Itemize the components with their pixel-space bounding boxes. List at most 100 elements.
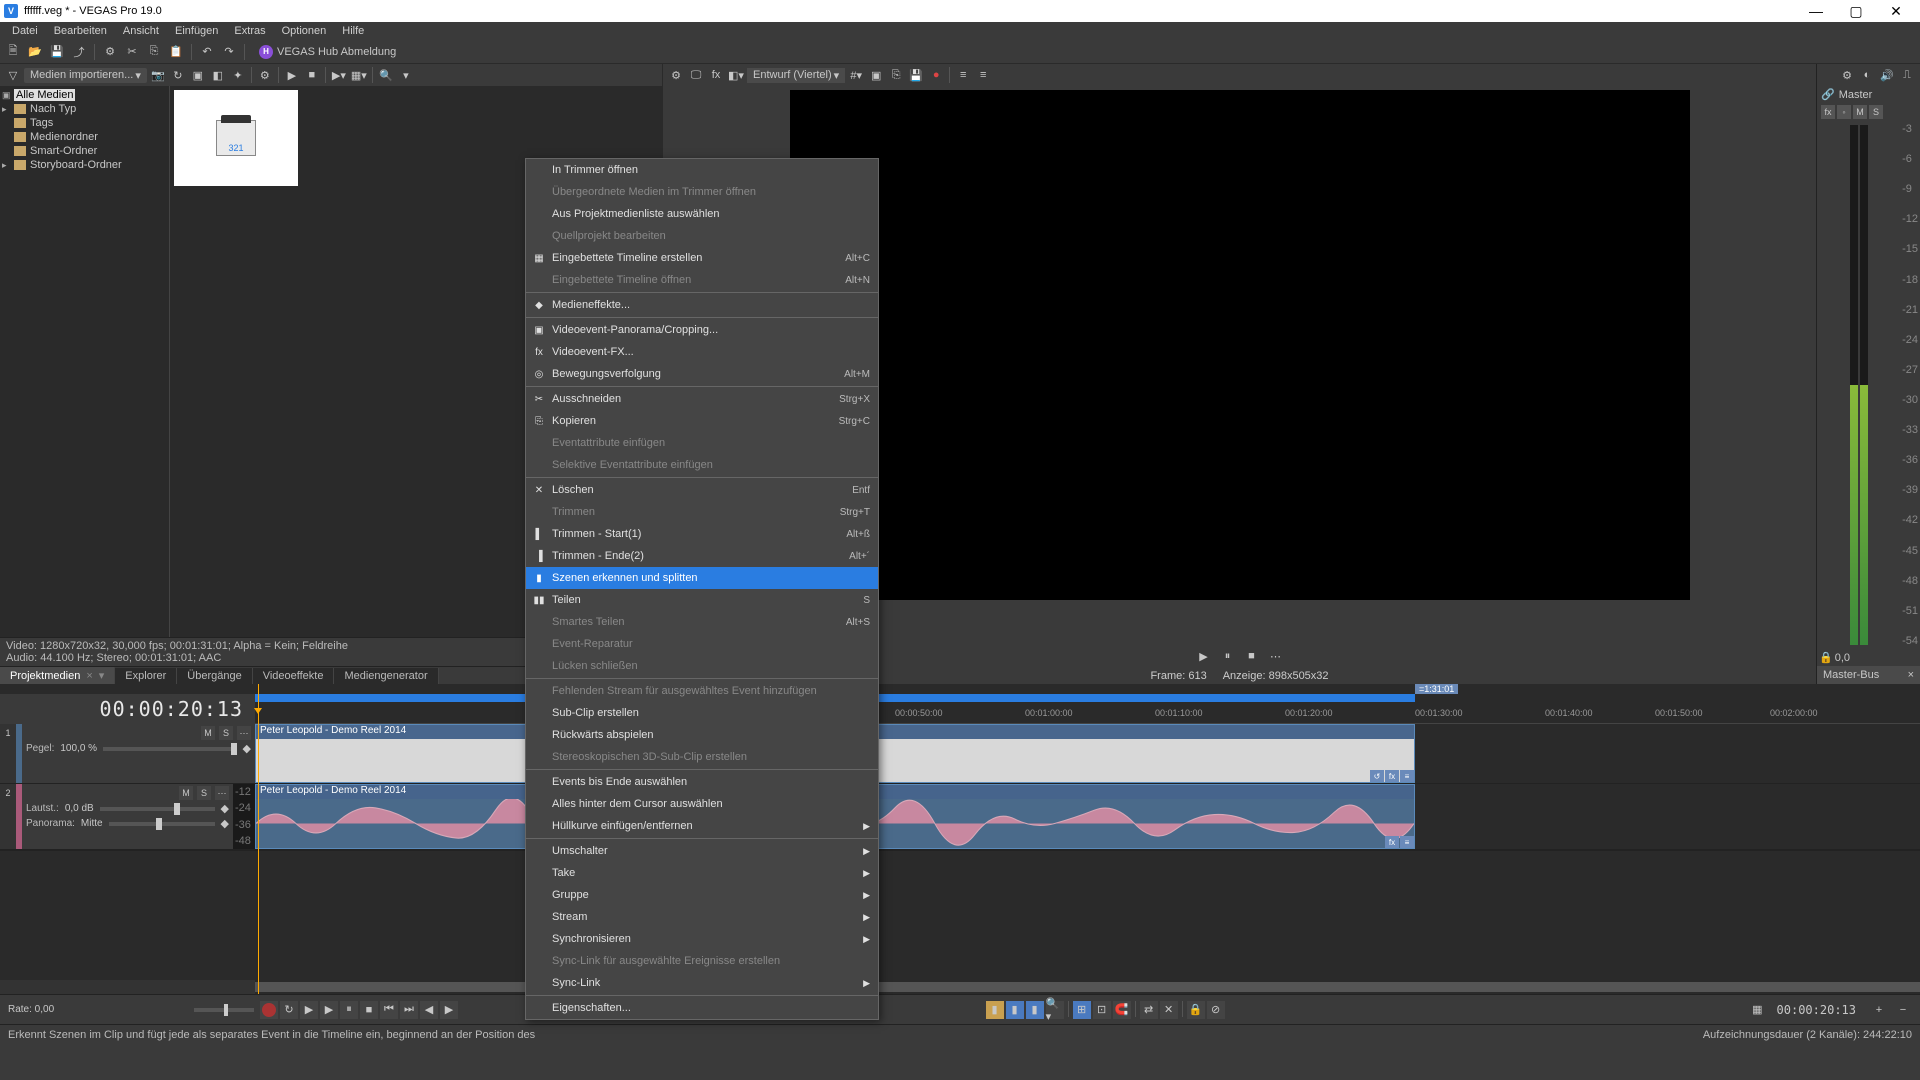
- autopreview-icon[interactable]: ▶▾: [330, 66, 348, 84]
- menu-hilfe[interactable]: Hilfe: [334, 23, 372, 39]
- tab-transitions[interactable]: Übergänge: [177, 668, 252, 684]
- ctx-item[interactable]: ▮▮TeilenS: [526, 589, 878, 611]
- event-menu-icon[interactable]: ≡: [1400, 836, 1414, 848]
- timeline-ruler[interactable]: 00:00:30:00 00:00:50:00 00:01:00:00 00:0…: [255, 694, 1920, 724]
- ctx-item[interactable]: Events bis Ende auswählen: [526, 771, 878, 793]
- stop-button[interactable]: ■: [360, 1001, 378, 1019]
- next-frame-button[interactable]: ▶: [440, 1001, 458, 1019]
- volume-slider[interactable]: [100, 807, 215, 811]
- pv-overlay-icon[interactable]: ▣: [867, 66, 885, 84]
- timecode-bottom[interactable]: 00:00:20:13: [1769, 1003, 1864, 1017]
- autoripple-button[interactable]: ⇄: [1140, 1001, 1158, 1019]
- ctx-item[interactable]: ▣Videoevent-Panorama/Cropping...: [526, 319, 878, 341]
- ctx-item[interactable]: fxVideoevent-FX...: [526, 341, 878, 363]
- pv-grid-icon[interactable]: #▾: [847, 66, 865, 84]
- more-button[interactable]: ⋯: [1267, 647, 1285, 665]
- timecode-display[interactable]: 00:00:20:13: [0, 694, 255, 724]
- stop-button[interactable]: ■: [1243, 647, 1261, 665]
- play-start-button[interactable]: ▶: [300, 1001, 318, 1019]
- track-more-button[interactable]: ⋯: [237, 726, 251, 740]
- loop-button[interactable]: ↻: [280, 1001, 298, 1019]
- stop-icon[interactable]: ■: [303, 66, 321, 84]
- pv-meter1-icon[interactable]: ≡: [954, 66, 972, 84]
- view-toggle-icon[interactable]: ▦: [1752, 1003, 1762, 1016]
- pv-external-icon[interactable]: 🖵: [687, 66, 705, 84]
- preview-quality-dropdown[interactable]: Entwurf (Viertel)▾: [747, 68, 845, 83]
- ctx-item[interactable]: ▦Eingebettete Timeline erstellenAlt+C: [526, 247, 878, 269]
- master-settings-icon[interactable]: ⚙: [1838, 66, 1856, 84]
- pv-settings-icon[interactable]: ⚙: [667, 66, 685, 84]
- ctx-item[interactable]: Sub-Clip erstellen: [526, 702, 878, 724]
- ctx-item[interactable]: Synchronisieren▶: [526, 928, 878, 950]
- link-icon[interactable]: 🔗: [1821, 88, 1835, 101]
- master-insert-button[interactable]: ◦: [1837, 105, 1851, 119]
- open-icon[interactable]: 📂: [26, 43, 44, 61]
- ctx-item[interactable]: ◆Medieneffekte...: [526, 294, 878, 316]
- ctx-item[interactable]: Alles hinter dem Cursor auswählen: [526, 793, 878, 815]
- ctx-item[interactable]: Rückwärts abspielen: [526, 724, 878, 746]
- menu-extras[interactable]: Extras: [226, 23, 273, 39]
- ctx-item[interactable]: ✂AusschneidenStrg+X: [526, 388, 878, 410]
- menu-einfuegen[interactable]: Einfügen: [167, 23, 226, 39]
- lock-button[interactable]: 🔒: [1187, 1001, 1205, 1019]
- ignore-button[interactable]: ⊘: [1207, 1001, 1225, 1019]
- render-icon[interactable]: ⤴: [70, 43, 88, 61]
- remove-icon[interactable]: ▣: [189, 66, 207, 84]
- redo-icon[interactable]: ↷: [220, 43, 238, 61]
- save-icon[interactable]: 💾: [48, 43, 66, 61]
- master-mute-button[interactable]: M: [1853, 105, 1867, 119]
- magnet-button[interactable]: 🧲: [1113, 1001, 1131, 1019]
- pv-split-icon[interactable]: ◧▾: [727, 66, 745, 84]
- pv-meter2-icon[interactable]: ≡: [974, 66, 992, 84]
- get-media-icon[interactable]: ↻: [169, 66, 187, 84]
- keyframe-icon[interactable]: ◆: [221, 802, 229, 815]
- cut-icon[interactable]: ✂: [123, 43, 141, 61]
- ctx-item[interactable]: ⎘KopierenStrg+C: [526, 410, 878, 432]
- ctx-item[interactable]: Aus Projektmedienliste auswählen: [526, 203, 878, 225]
- track-mute-button[interactable]: M: [201, 726, 215, 740]
- filter-icon[interactable]: ▽: [4, 66, 22, 84]
- pv-save-icon[interactable]: 💾: [907, 66, 925, 84]
- master-faders-icon[interactable]: ⎍: [1898, 66, 1916, 84]
- pause-button[interactable]: ⏸: [1219, 647, 1237, 665]
- event-loop-icon[interactable]: ↺: [1370, 770, 1384, 782]
- autocrossfade-button[interactable]: ✕: [1160, 1001, 1178, 1019]
- rate-slider[interactable]: [194, 1008, 254, 1012]
- tree-storyboard[interactable]: ▸Storyboard-Ordner: [0, 158, 169, 172]
- timeline-scrollbar[interactable]: [255, 980, 1920, 994]
- views-icon[interactable]: ▦▾: [350, 66, 368, 84]
- tree-all-media[interactable]: ▣Alle Medien: [0, 88, 169, 102]
- pv-record-icon[interactable]: ●: [927, 66, 945, 84]
- menu-datei[interactable]: Datei: [4, 23, 46, 39]
- pv-fx-icon[interactable]: fx: [707, 66, 725, 84]
- menu-ansicht[interactable]: Ansicht: [115, 23, 167, 39]
- zoom-in-icon[interactable]: +: [1870, 1001, 1888, 1019]
- timeline-marker[interactable]: =1:31:01: [1415, 684, 1458, 694]
- tab-explorer[interactable]: Explorer: [115, 668, 177, 684]
- tree-smart-folder[interactable]: Smart-Ordner: [0, 144, 169, 158]
- ctx-item[interactable]: Gruppe▶: [526, 884, 878, 906]
- track-solo-button[interactable]: S: [219, 726, 233, 740]
- level-slider[interactable]: [103, 747, 236, 751]
- new-icon[interactable]: 🗎: [4, 43, 22, 61]
- tab-master-bus[interactable]: Master-Bus×: [1817, 666, 1920, 684]
- maximize-button[interactable]: ▢: [1836, 0, 1876, 22]
- master-downmix-icon[interactable]: 🔊: [1878, 66, 1896, 84]
- tool-zoom[interactable]: 🔍▾: [1046, 1001, 1064, 1019]
- tool-envelope[interactable]: ▮: [1006, 1001, 1024, 1019]
- tool-normal[interactable]: ▮: [986, 1001, 1004, 1019]
- zoom-out-icon[interactable]: −: [1894, 1001, 1912, 1019]
- minimize-button[interactable]: —: [1796, 0, 1836, 22]
- track-solo-button[interactable]: S: [197, 786, 211, 800]
- ctx-item[interactable]: Take▶: [526, 862, 878, 884]
- undo-icon[interactable]: ↶: [198, 43, 216, 61]
- ctx-item[interactable]: ▌Trimmen - Start(1)Alt+ß: [526, 523, 878, 545]
- menu-bearbeiten[interactable]: Bearbeiten: [46, 23, 115, 39]
- prev-frame-button[interactable]: ◀: [420, 1001, 438, 1019]
- master-solo-button[interactable]: S: [1869, 105, 1883, 119]
- ctx-item[interactable]: Stream▶: [526, 906, 878, 928]
- ctx-item[interactable]: ✕LöschenEntf: [526, 479, 878, 501]
- tree-by-type[interactable]: ▸Nach Typ: [0, 102, 169, 116]
- tab-media-generators[interactable]: Mediengenerator: [334, 668, 438, 684]
- properties-icon[interactable]: ⚙: [101, 43, 119, 61]
